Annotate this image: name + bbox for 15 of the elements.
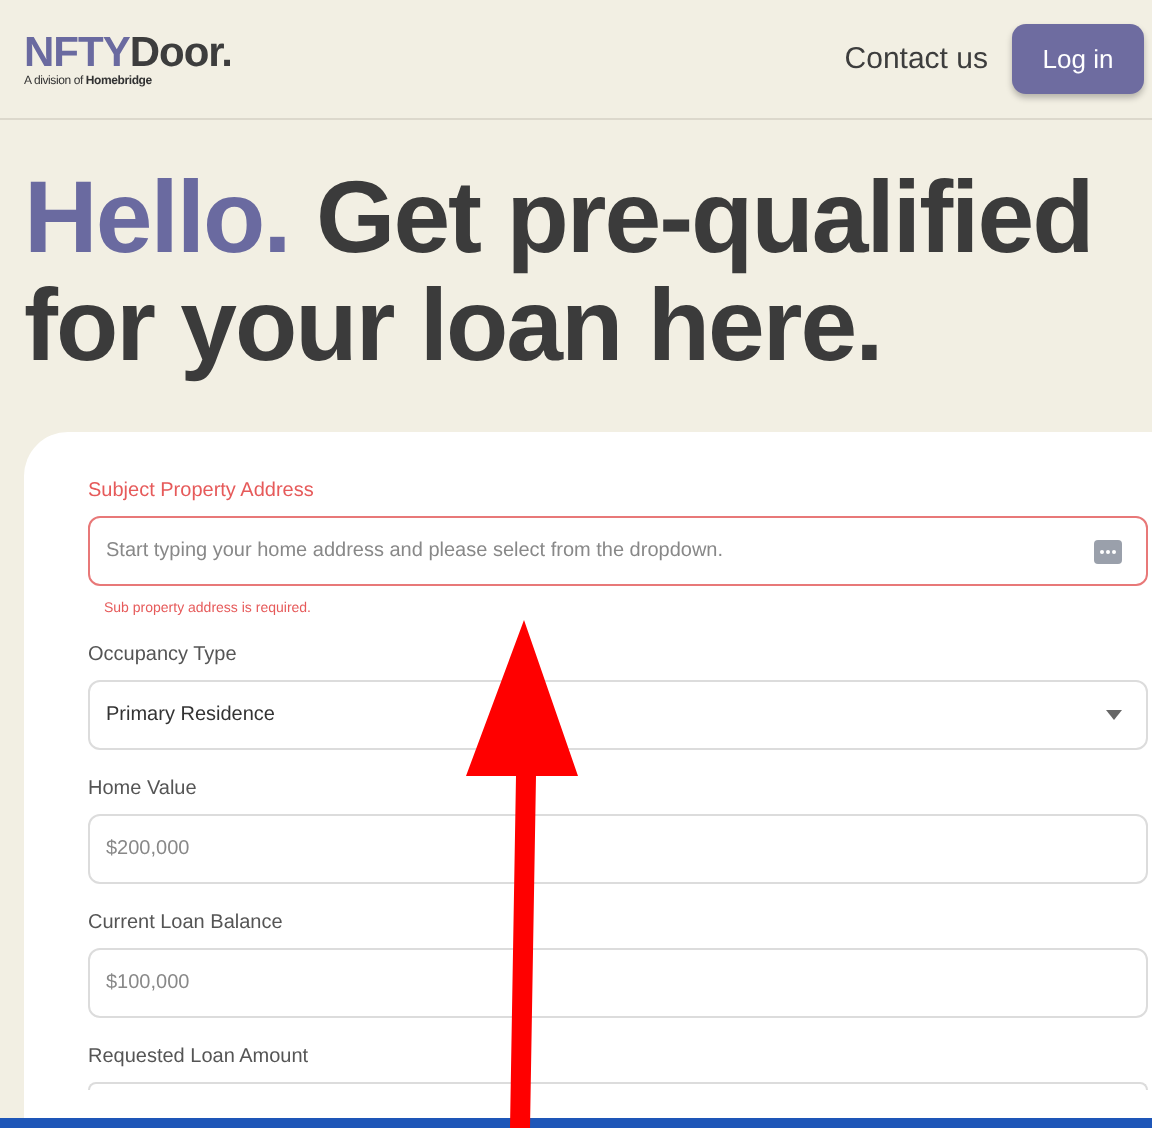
login-button[interactable]: Log in (1012, 24, 1144, 94)
input-field[interactable]: $100,000 (88, 948, 1148, 1018)
field-label: Home Value (88, 778, 199, 800)
field-label: Requested Loan Amount (88, 1046, 311, 1068)
input-field[interactable]: $200,000 (88, 814, 1148, 884)
address-field[interactable]: Start typing your home address and please select from the dropdown. (88, 516, 1148, 586)
field-label: Current Loan Balance (88, 912, 285, 934)
field-label: Subject Property Address (88, 480, 316, 502)
caret-icon (1106, 710, 1122, 720)
logo[interactable]: NFTYDoor. (24, 31, 232, 75)
more-icon (1094, 539, 1122, 563)
contact-link[interactable]: Contact us (844, 42, 988, 76)
dropdown[interactable]: Primary Residence (88, 680, 1148, 750)
field-label: Occupancy Type (88, 644, 239, 666)
headline: Hello. Get pre-qualified for your loan here. (24, 164, 1095, 380)
